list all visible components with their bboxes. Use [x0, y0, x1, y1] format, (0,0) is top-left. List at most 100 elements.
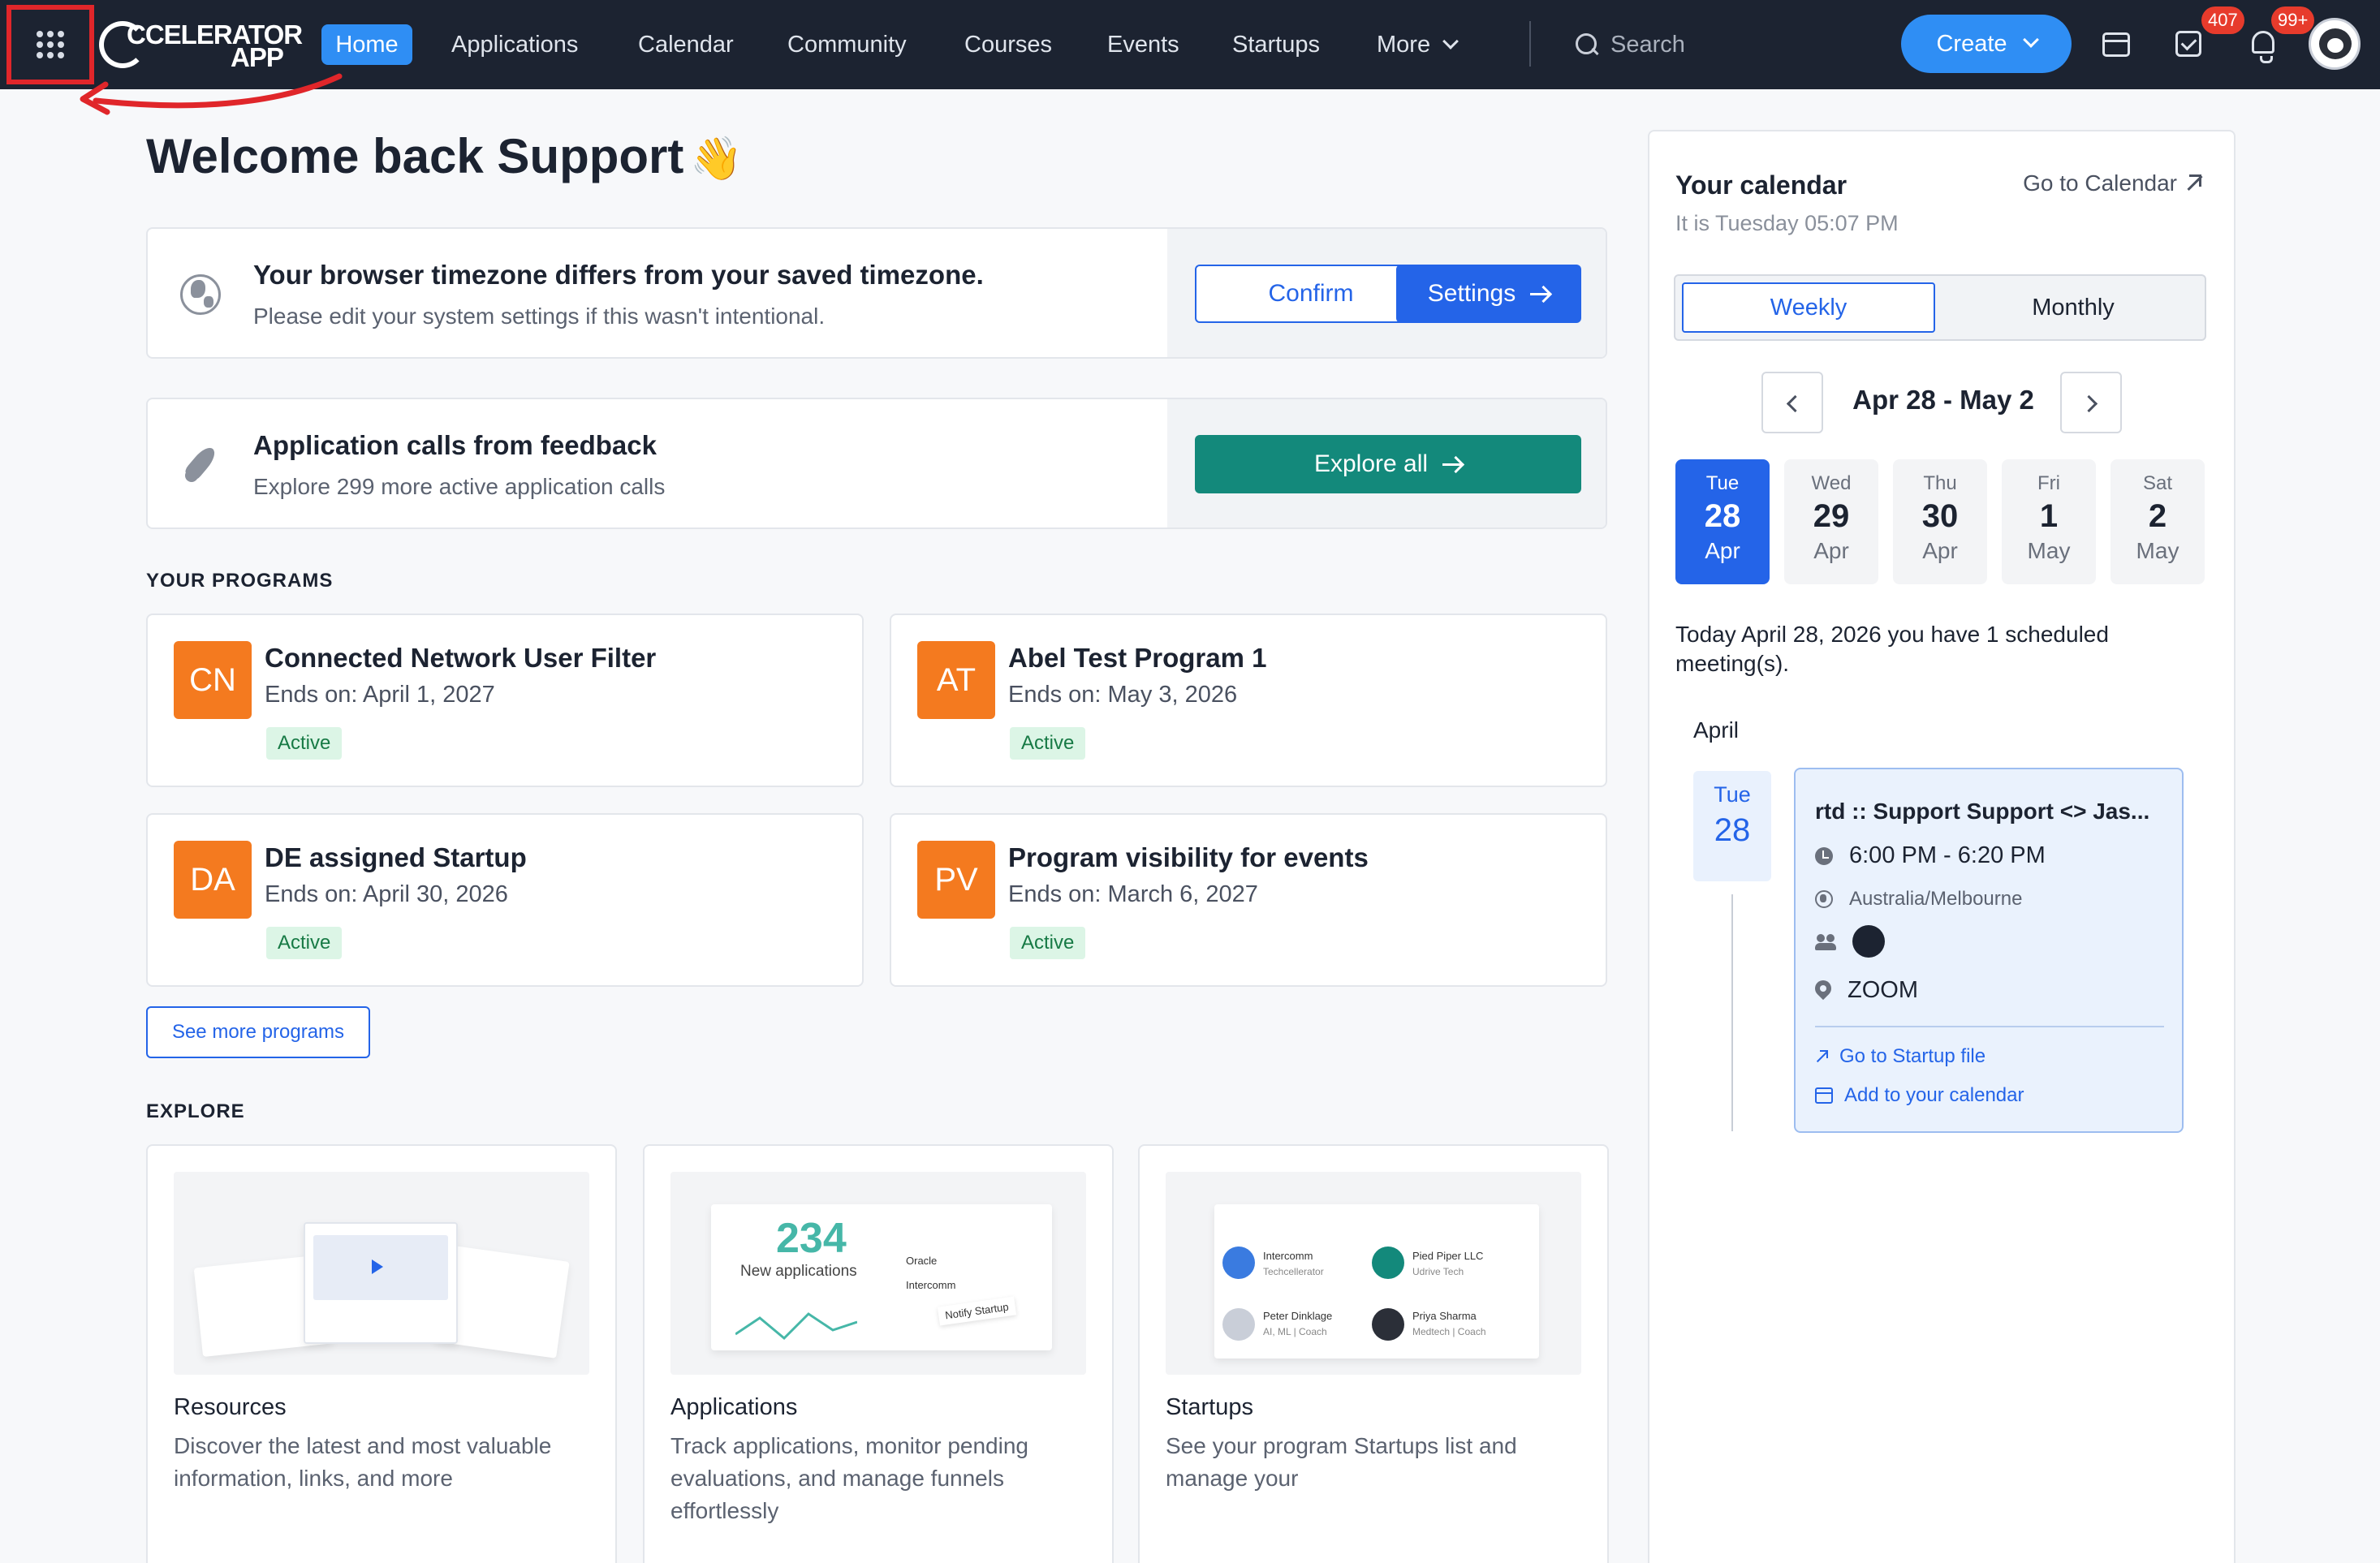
day-tile[interactable]: Wed 29 Apr [1784, 459, 1878, 584]
event-attendees-row [1815, 925, 1885, 958]
event-title: rtd :: Support Support <> Jas... [1815, 799, 2150, 824]
day-weekday: Tue [1705, 472, 1740, 494]
user-avatar[interactable] [2309, 18, 2361, 70]
day-tile[interactable]: Sat 2 May [2111, 459, 2205, 584]
tasks-icon-button[interactable] [2174, 28, 2206, 60]
next-week-button[interactable] [2060, 372, 2122, 433]
calendar-icon-button[interactable] [2101, 28, 2133, 60]
nav-courses[interactable]: Courses [964, 24, 1052, 65]
explore-card-resources[interactable]: Resources Discover the latest and most v… [146, 1144, 617, 1563]
tab-weekly[interactable]: Weekly [1682, 282, 1935, 333]
day-number: 28 [1704, 498, 1741, 534]
program-card[interactable]: CN Connected Network User Filter Ends on… [146, 614, 864, 787]
event-location-row: ZOOM [1815, 977, 1918, 1004]
event-location: ZOOM [1848, 977, 1918, 1003]
trend-line-icon [735, 1312, 857, 1341]
tab-monthly[interactable]: Monthly [1947, 282, 2200, 333]
welcome-text: Welcome back Support [146, 129, 684, 183]
previous-week-button[interactable] [1761, 372, 1823, 433]
nav-startups[interactable]: Startups [1232, 24, 1320, 65]
chevron-down-icon [1442, 33, 1459, 50]
global-search[interactable] [1575, 24, 1822, 65]
day-month: Apr [1813, 538, 1849, 563]
explore-all-button[interactable]: Explore all [1195, 435, 1581, 493]
new-applications-count: 234 [776, 1215, 847, 1262]
person-subtitle: Udrive Tech [1412, 1266, 1464, 1277]
create-button-label: Create [1936, 30, 2007, 57]
calls-banner-title: Application calls from feedback [253, 430, 657, 460]
nav-events[interactable]: Events [1107, 24, 1179, 65]
person-subtitle: Techcellerator [1263, 1266, 1324, 1277]
logo-text-line2: APP [231, 42, 284, 72]
grid-icon [37, 31, 64, 58]
day-tile[interactable]: Thu 30 Apr [1893, 459, 1987, 584]
pied-piper-logo-icon [1372, 1247, 1404, 1279]
rocket-icon [180, 445, 221, 485]
event-timezone-row: Australia/Melbourne [1815, 888, 2022, 911]
annotation-arrow-icon [80, 73, 343, 115]
calendar-icon [1815, 1087, 1833, 1104]
globe-icon [180, 274, 221, 315]
search-input[interactable] [1610, 31, 1822, 58]
settings-button[interactable]: Settings [1396, 265, 1581, 323]
mini-item: Intercomm [906, 1279, 956, 1291]
go-to-startup-file-link[interactable]: Go to Startup file [1815, 1045, 1985, 1068]
waving-hand-icon: 👋 [690, 136, 744, 183]
nav-more[interactable]: More [1377, 24, 1459, 65]
calendar-title: Your calendar [1675, 170, 1848, 200]
person-subtitle: Medtech | Coach [1412, 1326, 1486, 1337]
add-to-calendar-link[interactable]: Add to your calendar [1815, 1084, 2024, 1107]
external-link-icon [2184, 174, 2201, 192]
search-icon [1575, 32, 1599, 57]
create-button[interactable]: Create [1901, 15, 2072, 73]
accelerator-app-logo[interactable]: CCELERATOR APP [99, 18, 303, 72]
nav-applications[interactable]: Applications [451, 24, 578, 65]
program-end-date: Ends on: April 1, 2027 [265, 682, 495, 708]
event-card[interactable]: rtd :: Support Support <> Jas... 6:00 PM… [1794, 768, 2184, 1133]
bell-icon [2252, 31, 2274, 63]
timezone-banner-subtitle: Please edit your system settings if this… [253, 304, 826, 329]
nav-home[interactable]: Home [321, 24, 412, 65]
confirm-button[interactable]: Confirm [1195, 265, 1427, 323]
settings-button-label: Settings [1427, 280, 1516, 307]
see-more-programs-button[interactable]: See more programs [146, 1006, 370, 1058]
resources-illustration [174, 1172, 589, 1375]
program-card[interactable]: AT Abel Test Program 1 Ends on: May 3, 2… [890, 614, 1607, 787]
explore-card-applications[interactable]: 234 New applications Oracle Intercomm No… [643, 1144, 1114, 1563]
attendee-avatar[interactable] [1852, 925, 1885, 958]
people-icon [1815, 932, 1836, 950]
day-number: 30 [1921, 498, 1959, 534]
applications-illustration: 234 New applications Oracle Intercomm No… [670, 1172, 1086, 1375]
nav-calendar[interactable]: Calendar [638, 24, 734, 65]
explore-card-startups[interactable]: Intercomm Techcellerator Pied Piper LLC … [1138, 1144, 1609, 1563]
nav-more-label: More [1377, 32, 1431, 58]
calendar-current-time: It is Tuesday 05:07 PM [1675, 211, 1899, 235]
nav-divider [1529, 21, 1531, 67]
program-card[interactable]: PV Program visibility for events Ends on… [890, 813, 1607, 987]
day-tile[interactable]: Fri 1 May [2002, 459, 2096, 584]
video-card [304, 1222, 458, 1344]
go-to-calendar-link[interactable]: Go to Calendar [2023, 170, 2201, 196]
your-programs-label: YOUR PROGRAMS [146, 570, 334, 592]
day-weekday: Wed [1811, 472, 1852, 494]
nav-community[interactable]: Community [787, 24, 907, 65]
event-time-row: 6:00 PM - 6:20 PM [1815, 842, 2046, 869]
status-badge: Active [1010, 727, 1086, 760]
day-number: 1 [2039, 498, 2059, 534]
mini-item: Oracle [906, 1255, 938, 1267]
clock-icon [1815, 846, 1833, 865]
event-divider [1815, 1026, 2164, 1027]
explore-label: EXPLORE [146, 1100, 245, 1122]
day-number: 29 [1813, 498, 1850, 534]
application-calls-banner: Application calls from feedback Explore … [146, 398, 1607, 529]
person-name: Pied Piper LLC [1412, 1250, 1484, 1262]
program-end-date: Ends on: March 6, 2027 [1008, 881, 1258, 907]
day-tile-selected[interactable]: Tue 28 Apr [1675, 459, 1770, 584]
arrow-right-icon [1530, 292, 1550, 295]
intercomm-logo-icon [1222, 1247, 1255, 1279]
week-range: Apr 28 - May 2 [1852, 385, 2034, 415]
notifications-icon-button[interactable] [2247, 28, 2279, 63]
person-avatar [1372, 1308, 1404, 1341]
program-card[interactable]: DA DE assigned Startup Ends on: April 30… [146, 813, 864, 987]
agenda-month-label: April [1693, 717, 1740, 743]
